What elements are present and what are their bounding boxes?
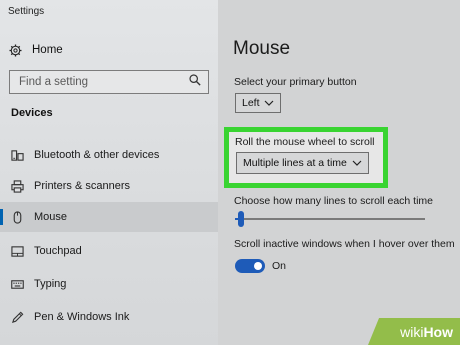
chevron-down-icon: [264, 99, 274, 107]
active-indicator: [0, 209, 3, 225]
gear-icon: [8, 43, 22, 57]
sidebar-home-link[interactable]: Home: [8, 40, 208, 60]
page-title: Mouse: [233, 38, 291, 59]
printer-icon: [10, 179, 24, 193]
scroll-wheel-value: Multiple lines at a time: [243, 157, 347, 169]
inactive-scroll-state: On: [272, 260, 287, 272]
wikihow-watermark: wiki How: [368, 318, 460, 345]
search-box[interactable]: [9, 70, 209, 94]
sidebar-home-label: Home: [32, 44, 63, 56]
inactive-scroll-label: Scroll inactive windows when I hover ove…: [234, 238, 455, 250]
settings-sidebar: Settings Home Devices: [0, 0, 218, 345]
scroll-wheel-dropdown[interactable]: Multiple lines at a time: [236, 152, 369, 174]
touchpad-icon: [10, 244, 24, 258]
scroll-lines-label: Choose how many lines to scroll each tim…: [234, 195, 434, 207]
pen-icon: [10, 310, 24, 324]
toggle-knob: [254, 262, 262, 270]
sidebar-item-pen[interactable]: Pen & Windows Ink: [0, 302, 218, 332]
search-input[interactable]: [19, 76, 179, 88]
scroll-lines-slider[interactable]: [235, 211, 425, 227]
slider-thumb[interactable]: [238, 211, 244, 227]
sidebar-item-typing[interactable]: Typing: [0, 269, 218, 299]
sidebar-item-label: Typing: [34, 278, 67, 290]
primary-button-label: Select your primary button: [234, 76, 357, 88]
sidebar-item-label: Pen & Windows Ink: [34, 311, 130, 323]
window-title: Settings: [8, 6, 45, 17]
mouse-icon: [10, 210, 24, 224]
sidebar-item-printers[interactable]: Printers & scanners: [0, 171, 218, 201]
keyboard-icon: [10, 277, 24, 291]
scroll-wheel-label: Roll the mouse wheel to scroll: [235, 136, 375, 148]
sidebar-item-touchpad[interactable]: Touchpad: [0, 236, 218, 266]
search-icon[interactable]: [189, 73, 201, 91]
inactive-scroll-toggle[interactable]: [235, 259, 265, 273]
sidebar-item-label: Touchpad: [34, 245, 82, 257]
watermark-text-how: How: [423, 323, 453, 340]
sidebar-item-label: Bluetooth & other devices: [34, 149, 160, 161]
sidebar-item-bluetooth[interactable]: Bluetooth & other devices: [0, 140, 218, 170]
sidebar-item-label: Mouse: [34, 211, 68, 223]
sidebar-item-label: Printers & scanners: [34, 180, 130, 192]
bluetooth-devices-icon: [10, 148, 24, 162]
sidebar-item-mouse[interactable]: Mouse: [0, 202, 218, 232]
section-heading-devices: Devices: [11, 107, 53, 119]
watermark-text-wiki: wiki: [400, 323, 424, 340]
primary-button-dropdown[interactable]: Left: [235, 93, 281, 113]
primary-button-value: Left: [242, 97, 260, 109]
chevron-down-icon: [352, 159, 362, 167]
